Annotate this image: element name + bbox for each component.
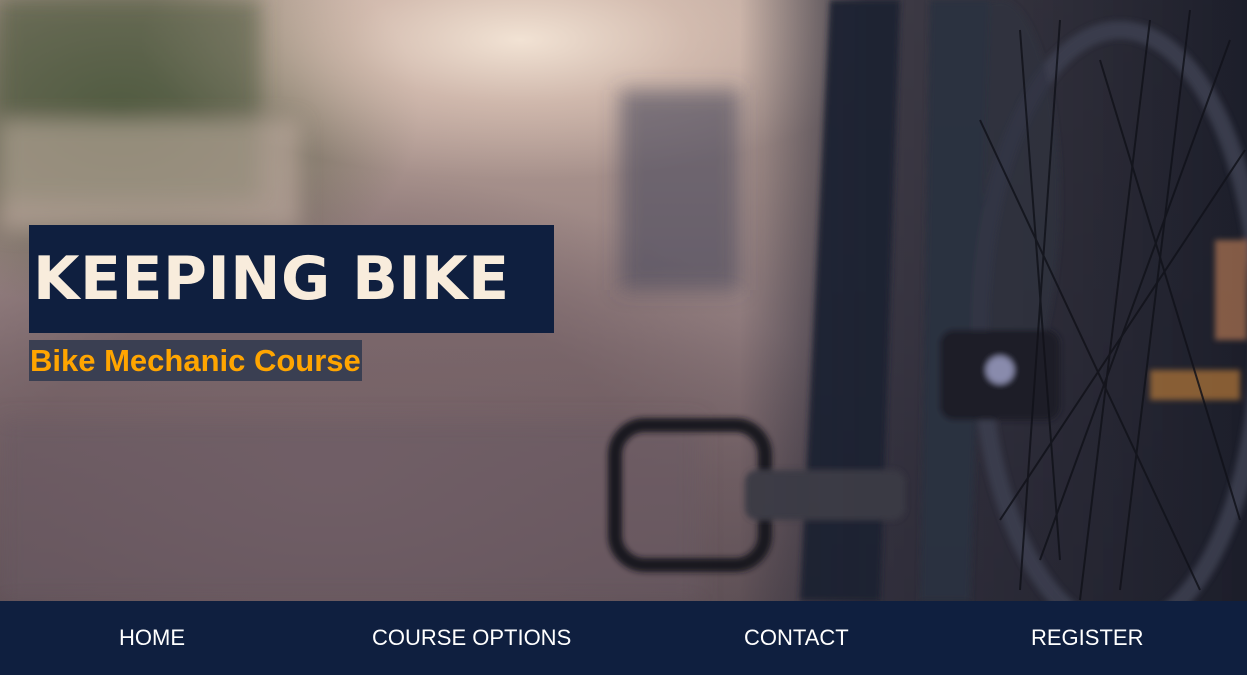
hero-subtitle: Bike Mechanic Course — [30, 343, 361, 378]
hero-title: KEEPING BIKE — [33, 244, 510, 314]
main-navigation: HOME COURSE OPTIONS CONTACT REGISTER — [0, 601, 1247, 675]
hero-subtitle-box: Bike Mechanic Course — [29, 340, 362, 381]
nav-link-contact[interactable]: CONTACT — [744, 601, 849, 675]
nav-link-register[interactable]: REGISTER — [1031, 601, 1143, 675]
hero-banner: KEEPING BIKE Bike Mechanic Course — [0, 0, 1247, 601]
page: KEEPING BIKE Bike Mechanic Course HOME C… — [0, 0, 1247, 675]
nav-link-course-options[interactable]: COURSE OPTIONS — [372, 601, 571, 675]
nav-link-home[interactable]: HOME — [119, 601, 185, 675]
hero-title-box: KEEPING BIKE — [29, 225, 554, 333]
